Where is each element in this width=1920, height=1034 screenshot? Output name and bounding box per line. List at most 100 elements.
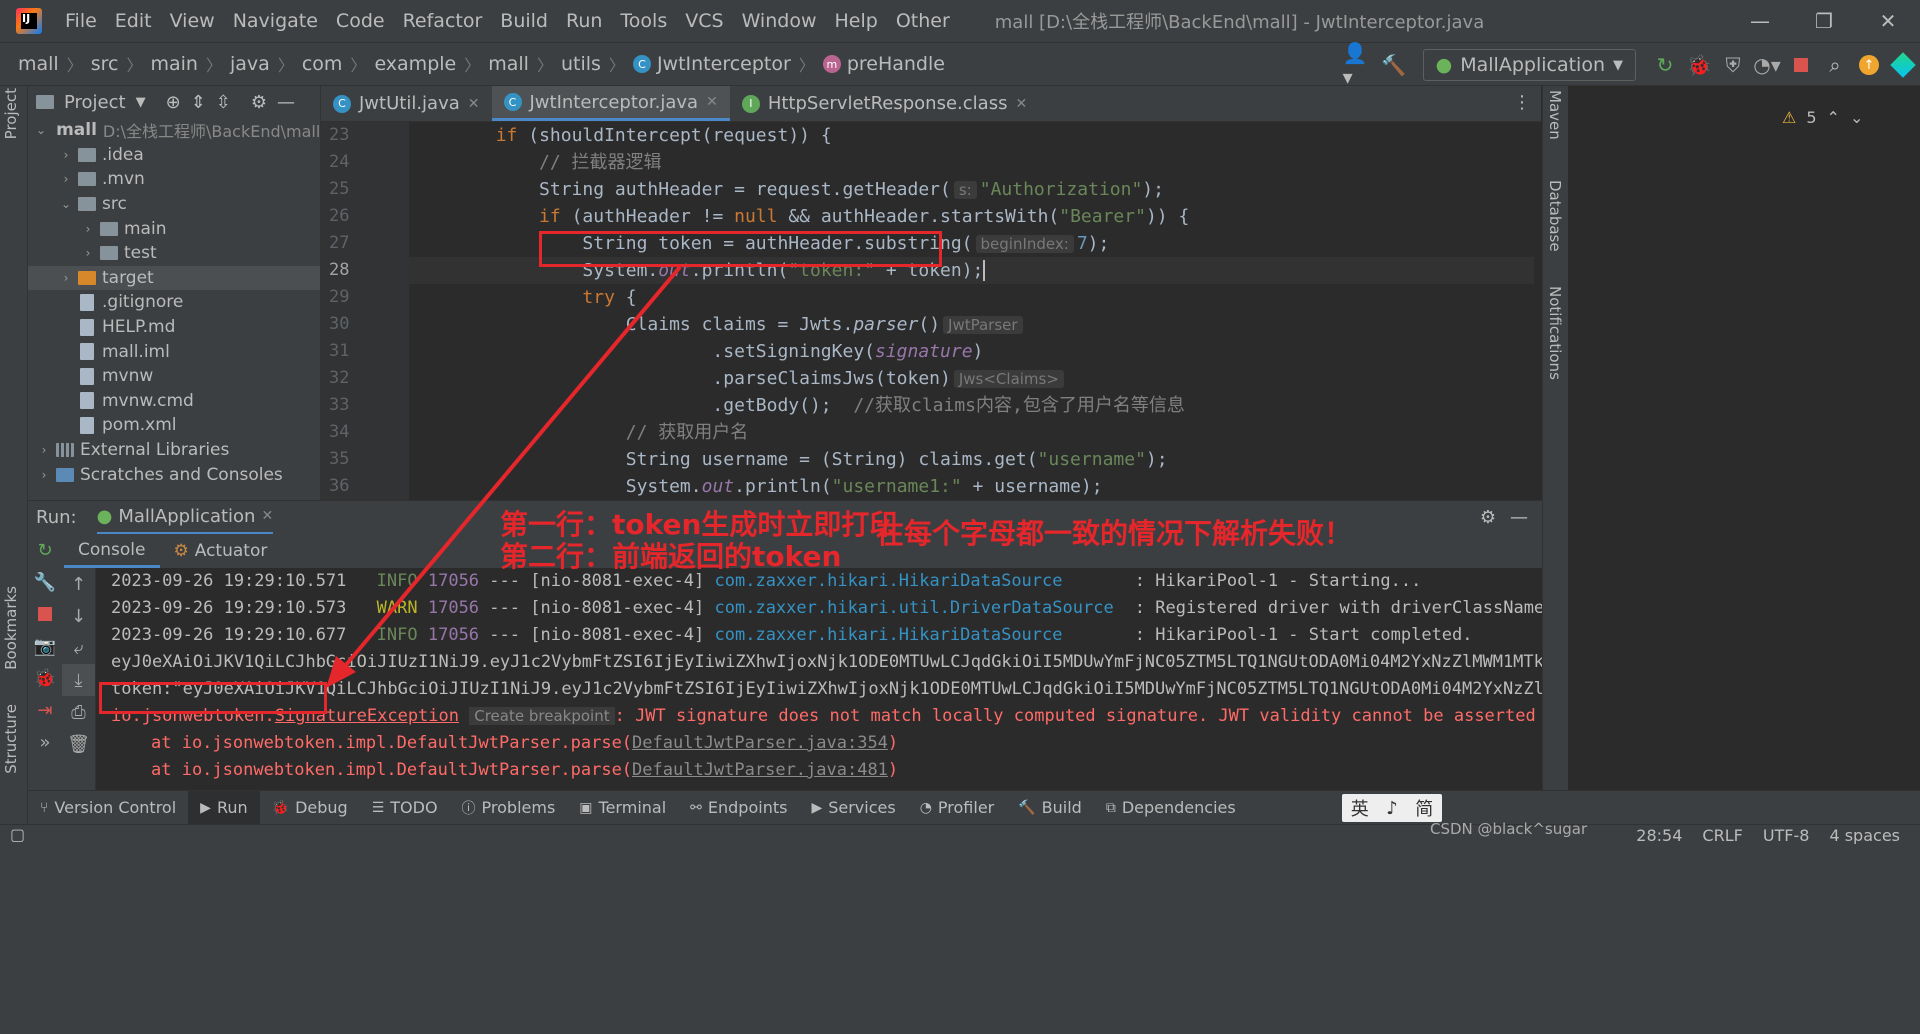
log-logger[interactable]: com.zaxxer.hikari.util.DriverDataSource bbox=[715, 595, 1125, 622]
line-number[interactable]: 31 bbox=[321, 338, 409, 365]
stack-link[interactable]: DefaultJwtParser.java:354 bbox=[632, 733, 888, 753]
trash-icon[interactable]: 🗑 bbox=[62, 728, 95, 760]
line-number[interactable]: 35 bbox=[321, 446, 409, 473]
chevron-up-icon[interactable]: ⌃ bbox=[1827, 108, 1840, 127]
tree-item[interactable]: › target bbox=[28, 265, 320, 291]
chevron-down-icon[interactable]: ⌄ bbox=[36, 123, 46, 137]
breadcrumb-item[interactable]: C JwtInterceptor bbox=[632, 53, 791, 75]
tool-tab-terminal[interactable]: ▣ Terminal bbox=[567, 791, 678, 825]
close-icon[interactable]: ✕ bbox=[468, 96, 480, 112]
gear-icon[interactable]: ⚙ bbox=[1480, 507, 1496, 528]
debug-icon[interactable]: 🐞 bbox=[1682, 48, 1716, 82]
line-number[interactable]: 27 bbox=[321, 230, 409, 257]
menu-other[interactable]: Other bbox=[887, 10, 959, 32]
rerun-icon[interactable]: ↻ bbox=[28, 534, 62, 566]
tree-item[interactable]: HELP.md bbox=[28, 315, 320, 340]
line-number[interactable]: 32 bbox=[321, 365, 409, 392]
collapse-all-icon[interactable]: ⇳ bbox=[216, 92, 231, 113]
breadcrumb-item[interactable]: src bbox=[91, 53, 119, 75]
line-number[interactable]: 26 bbox=[321, 203, 409, 230]
tree-item[interactable]: ⌄ mall D:\全栈工程师\BackEnd\mall\ bbox=[28, 118, 320, 143]
indent-setting[interactable]: 4 spaces bbox=[1829, 826, 1900, 845]
menu-build[interactable]: Build bbox=[491, 10, 557, 32]
breadcrumb-item[interactable]: mall bbox=[18, 53, 59, 75]
chevron-right-icon[interactable]: › bbox=[58, 271, 74, 285]
tree-item[interactable]: › Scratches and Consoles bbox=[28, 462, 320, 487]
stop-icon[interactable] bbox=[1784, 48, 1818, 82]
tree-item[interactable]: › .mvn bbox=[28, 167, 320, 192]
layout-icon[interactable]: ▢ bbox=[10, 825, 25, 844]
console-output[interactable]: 2023-09-26 19:29:10.571 INFO 17056 --- [… bbox=[96, 568, 1542, 790]
menu-refactor[interactable]: Refactor bbox=[394, 10, 492, 32]
close-icon[interactable]: ✕ bbox=[706, 94, 718, 110]
run-config-selector[interactable]: ● MallApplication ▼ bbox=[1422, 49, 1636, 81]
scroll-to-end-icon[interactable]: ⤓ bbox=[62, 664, 95, 696]
line-number[interactable]: 29 bbox=[321, 284, 409, 311]
code-editor[interactable]: if (shouldIntercept(request)) { // 拦截器逻辑… bbox=[409, 122, 1534, 500]
camera-icon[interactable]: 📷 bbox=[28, 630, 62, 662]
line-number[interactable]: 25 bbox=[321, 176, 409, 203]
hide-icon[interactable]: — bbox=[1510, 507, 1528, 528]
coverage-icon[interactable]: ⛨ bbox=[1716, 48, 1750, 82]
menu-help[interactable]: Help bbox=[825, 10, 886, 32]
wrench-icon[interactable]: 🔧 bbox=[28, 566, 62, 598]
line-number[interactable]: 23 bbox=[321, 122, 409, 149]
chevron-down-icon[interactable]: ⌄ bbox=[58, 197, 74, 211]
arrow-down-icon[interactable]: ↓ bbox=[62, 600, 95, 632]
menu-vcs[interactable]: VCS bbox=[676, 10, 732, 32]
project-tool-tab[interactable]: Project bbox=[2, 88, 20, 139]
search-icon[interactable]: ⌕ bbox=[1818, 48, 1852, 82]
line-number[interactable]: 30 bbox=[321, 311, 409, 338]
menu-window[interactable]: Window bbox=[733, 10, 826, 32]
tool-tab-endpoints[interactable]: ⚯ Endpoints bbox=[678, 791, 799, 825]
tree-item[interactable]: mvnw.cmd bbox=[28, 389, 320, 414]
tree-item[interactable]: › External Libraries bbox=[28, 438, 320, 463]
chevron-down-icon[interactable]: ⌄ bbox=[1850, 108, 1863, 127]
chevron-down-icon[interactable]: ▼ bbox=[136, 95, 146, 110]
line-number[interactable]: 33 bbox=[321, 392, 409, 419]
exit-icon[interactable]: ⇥ bbox=[28, 694, 62, 726]
update-icon[interactable]: ↑ bbox=[1852, 48, 1886, 82]
arrow-up-icon[interactable]: ↑ bbox=[62, 568, 95, 600]
close-button[interactable]: ✕ bbox=[1856, 0, 1920, 42]
close-icon[interactable]: ✕ bbox=[261, 508, 273, 524]
breadcrumb-item[interactable]: m preHandle bbox=[822, 53, 945, 75]
user-icon[interactable]: 👤▾ bbox=[1343, 41, 1377, 89]
tool-tab-problems[interactable]: ⓘ Problems bbox=[450, 791, 568, 825]
hammer-icon[interactable]: 🔨 bbox=[1377, 48, 1411, 82]
line-number[interactable]: 36 bbox=[321, 473, 409, 500]
bookmarks-tool-tab[interactable]: Bookmarks bbox=[2, 586, 20, 670]
tree-item[interactable]: mvnw bbox=[28, 364, 320, 389]
tool-tab-services[interactable]: ▶ Services bbox=[799, 791, 907, 825]
locate-icon[interactable]: ⊕ bbox=[166, 92, 181, 113]
breadcrumb-item[interactable]: java bbox=[230, 53, 270, 75]
tool-tab-dependencies[interactable]: ⧉ Dependencies bbox=[1094, 791, 1248, 825]
editor-tab[interactable]: C JwtUtil.java ✕ bbox=[321, 86, 492, 121]
jetbrains-icon[interactable] bbox=[1886, 48, 1920, 82]
menu-view[interactable]: View bbox=[161, 10, 224, 32]
chevron-right-icon[interactable]: › bbox=[36, 468, 52, 482]
chevron-right-icon[interactable]: › bbox=[36, 443, 52, 457]
chevron-right-icon[interactable]: › bbox=[58, 148, 74, 162]
line-number[interactable]: 28 bbox=[321, 257, 409, 284]
print-icon[interactable]: ⎙ bbox=[62, 696, 95, 728]
hide-icon[interactable]: — bbox=[277, 92, 295, 113]
log-logger[interactable]: com.zaxxer.hikari.HikariDataSource bbox=[715, 622, 1125, 649]
more-icon[interactable]: » bbox=[28, 726, 62, 758]
ime-mode[interactable]: ♪ bbox=[1386, 798, 1398, 819]
chevron-right-icon[interactable]: › bbox=[80, 222, 96, 236]
tab-actuator[interactable]: ⚙ Actuator bbox=[160, 534, 282, 568]
menu-edit[interactable]: Edit bbox=[106, 10, 161, 32]
close-icon[interactable]: ✕ bbox=[1015, 96, 1027, 112]
menu-run[interactable]: Run bbox=[557, 10, 611, 32]
tree-item[interactable]: › test bbox=[28, 241, 320, 266]
menu-tools[interactable]: Tools bbox=[611, 10, 676, 32]
minimize-button[interactable]: — bbox=[1728, 0, 1792, 42]
expand-all-icon[interactable]: ⇕ bbox=[191, 92, 206, 113]
notifications-tool-tab[interactable]: Notifications bbox=[1546, 286, 1564, 380]
rerun-icon[interactable]: ↻ bbox=[1648, 48, 1682, 82]
breadcrumb-item[interactable]: mall bbox=[488, 53, 529, 75]
restore-button[interactable]: ❐ bbox=[1792, 0, 1856, 42]
database-tool-tab[interactable]: Database bbox=[1546, 180, 1564, 252]
tree-item[interactable]: › main bbox=[28, 216, 320, 241]
